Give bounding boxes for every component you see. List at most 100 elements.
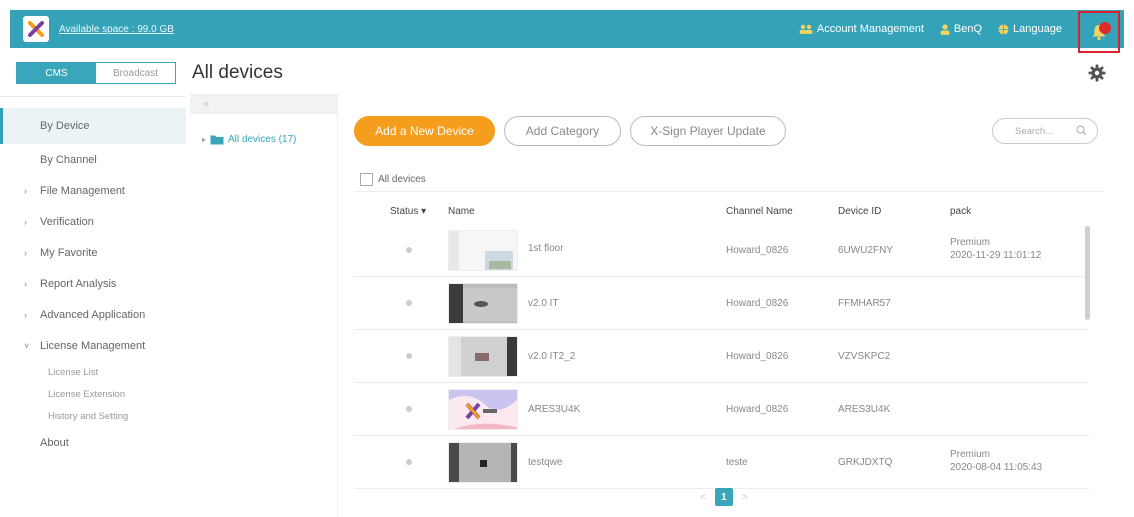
user-menu[interactable]: BenQ [940,23,982,35]
table-row[interactable]: testqwe teste GRKJDXTQ Premium 2020-08-0… [354,436,1089,489]
tab-broadcast[interactable]: Broadcast [96,63,175,83]
select-all-row: All devices [354,168,1104,192]
language-menu[interactable]: Language [998,23,1062,35]
status-dot [406,247,412,253]
globe-icon [998,24,1009,34]
thumbnail-image [449,390,517,429]
account-management-label: Account Management [816,23,924,35]
sidebar-item-by-device[interactable]: By Device [0,108,186,144]
sidebar-item-by-channel[interactable]: By Channel [0,144,186,175]
sidebar-divider [0,96,186,97]
chevron-right-icon: › [24,185,27,196]
user-icon [940,23,950,35]
device-name: testqwe [528,457,563,468]
channel-name: Howard_0826 [726,245,789,256]
device-id: GRKJDXTQ [838,457,893,468]
device-id: FFMHAR57 [838,298,891,309]
device-id: ARES3U4K [838,404,891,415]
tree-node-label: All devices (17) [228,134,297,145]
channel-name: Howard_0826 [726,351,789,362]
table-row[interactable]: v2.0 IT Howard_0826 FFMHAR57 [354,277,1089,330]
player-update-button[interactable]: X-Sign Player Update [630,116,786,146]
select-all-label: All devices [378,174,426,185]
column-status[interactable]: Status ▾ [390,206,426,217]
add-category-button[interactable]: Add Category [504,116,621,146]
sidebar-item-label: Verification [40,215,94,228]
search-icon [1076,125,1087,136]
status-dot [406,353,412,359]
column-device-id: Device ID [838,206,882,217]
page-title: All devices [192,62,283,83]
pack-date: 2020-08-04 11:05:43 [950,462,1043,473]
module-tabs: CMS Broadcast [16,62,176,84]
sidebar: By Device By Channel › File Management ›… [0,108,186,458]
sidebar-item-label: Advanced Application [40,308,146,321]
thumbnail-image [449,284,517,323]
thumbnail-image [449,443,517,482]
sidebar-subitem-history-setting[interactable]: History and Setting [0,405,186,427]
language-label: Language [1013,23,1062,35]
table-header: Status ▾ Name Channel Name Device ID pac… [354,200,1104,222]
table-scrollbar[interactable] [1085,226,1090,320]
gear-icon[interactable] [1088,64,1106,82]
device-thumbnail [448,389,518,430]
users-icon [799,24,813,34]
next-page-button[interactable]: > [742,492,748,503]
chevron-right-icon: › [24,247,27,258]
caret-right-icon: ▸ [202,135,207,144]
pagination: < 1 > [700,488,748,506]
sidebar-item-label: My Favorite [40,246,98,259]
pack-type: Premium [950,237,991,248]
x-logo-icon [28,21,44,37]
sidebar-item-advanced-application[interactable]: › Advanced Application [0,299,186,330]
chevron-down-icon: ˅ [24,340,30,351]
column-name: Name [448,206,475,217]
table-row[interactable]: v2.0 IT2_2 Howard_0826 VZVSKPC2 [354,330,1089,383]
sidebar-item-about[interactable]: About [0,427,186,458]
chevron-right-icon: › [24,216,27,227]
sidebar-item-verification[interactable]: › Verification [0,206,186,237]
sidebar-item-label: File Management [40,184,125,197]
account-management-link[interactable]: Account Management [799,23,924,35]
sidebar-item-license-management[interactable]: ˅ License Management [0,330,186,361]
notification-button[interactable] [1078,11,1120,53]
tab-cms[interactable]: CMS [17,63,96,83]
sidebar-item-label: By Device [40,120,90,132]
folder-icon [210,135,224,145]
pack-date: 2020-11-29 11:01:12 [950,250,1042,261]
tree-collapse-toggle[interactable]: < [190,94,337,114]
notification-badge [1099,22,1111,34]
sidebar-item-file-management[interactable]: › File Management [0,175,186,206]
thumbnail-image [449,337,517,376]
search-input[interactable]: Search... [992,118,1098,144]
status-dot [406,406,412,412]
sidebar-item-label: License Management [40,339,146,352]
prev-page-button[interactable]: < [700,492,706,503]
sidebar-subitem-license-list[interactable]: License List [0,361,186,383]
xsign-logo[interactable] [23,16,49,42]
sidebar-item-my-favorite[interactable]: › My Favorite [0,237,186,268]
sidebar-item-label: About [40,436,69,449]
top-bar: Available space : 99.0 GB Account Manage… [10,10,1124,53]
available-space-label: Available space : 99.0 GB [59,23,174,35]
user-name: BenQ [953,23,983,35]
device-thumbnail [448,283,518,324]
action-buttons: Add a New Device Add Category X-Sign Pla… [354,116,795,146]
sidebar-subitem-license-extension[interactable]: License Extension [0,383,186,405]
channel-name: Howard_0826 [726,404,789,415]
add-device-button[interactable]: Add a New Device [354,116,495,146]
device-name: 1st floor [528,243,564,254]
device-thumbnail [448,336,518,377]
sidebar-item-report-analysis[interactable]: › Report Analysis [0,268,186,299]
category-tree: < ▸ All devices (17) [190,94,338,517]
tree-node-all-devices[interactable]: ▸ All devices (17) [202,134,337,145]
page-1-button[interactable]: 1 [714,488,733,506]
column-status-label: Status [390,206,419,217]
select-all-checkbox[interactable] [360,173,373,186]
search-placeholder: Search... [1015,125,1054,137]
table-row[interactable]: 1st floor Howard_0826 6UWU2FNY Premium 2… [354,224,1089,277]
device-id: 6UWU2FNY [838,245,894,256]
pack-type: Premium [950,449,991,460]
status-dot [406,459,412,465]
table-row[interactable]: ARES3U4K Howard_0826 ARES3U4K [354,383,1089,436]
